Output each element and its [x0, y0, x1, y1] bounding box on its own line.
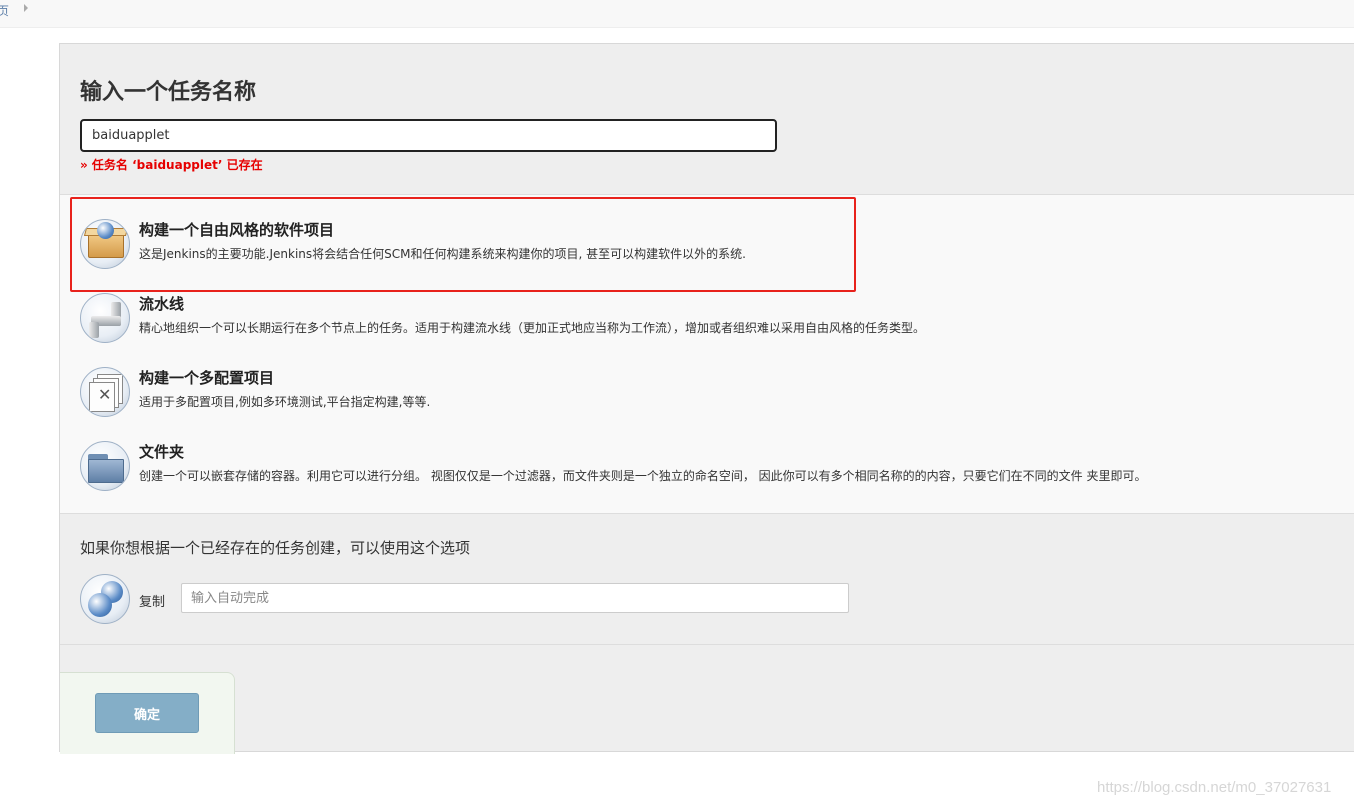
- pipeline-icon: [80, 293, 130, 343]
- item-type-description: 精心地组织一个可以长期运行在多个节点上的任务。适用于构建流水线（更加正式地应当称…: [139, 321, 926, 335]
- item-type-description: 适用于多配置项目,例如多环境测试,平台指定构建,等等.: [139, 395, 431, 409]
- item-type-folder[interactable]: 文件夹 创建一个可以嵌套存储的容器。利用它可以进行分组。 视图仅仅是一个过滤器，…: [60, 441, 1354, 513]
- ok-button-area: 确定: [60, 672, 235, 754]
- item-name-title: 输入一个任务名称: [80, 80, 257, 105]
- footer-section: 确定: [60, 644, 1354, 754]
- breadcrumb-arrow-icon[interactable]: [24, 4, 28, 12]
- item-type-label: 构建一个多配置项目: [139, 369, 275, 387]
- folder-icon: [80, 441, 130, 491]
- item-name-input[interactable]: [80, 119, 777, 152]
- item-type-description: 创建一个可以嵌套存储的容器。利用它可以进行分组。 视图仅仅是一个过滤器，而文件夹…: [139, 469, 1147, 483]
- breadcrumb-home-link[interactable]: 页: [0, 2, 9, 19]
- ok-button[interactable]: 确定: [95, 693, 199, 733]
- multi-config-icon: ✕: [80, 367, 130, 417]
- copy-label: 复制: [139, 595, 166, 610]
- copy-existing-section: 如果你想根据一个已经存在的任务创建，可以使用这个选项 复制: [60, 514, 1354, 644]
- watermark-text: https://blog.csdn.net/m0_37027631: [1097, 779, 1332, 796]
- copy-section-title: 如果你想根据一个已经存在的任务创建，可以使用这个选项: [80, 539, 471, 557]
- item-type-label: 文件夹: [139, 443, 185, 461]
- item-type-label: 流水线: [139, 295, 185, 313]
- copy-spheres-icon: [80, 574, 130, 624]
- item-name-section: 输入一个任务名称 » 任务名 ‘baiduapplet’ 已存在: [60, 44, 1354, 194]
- breadcrumb-bar: 页: [0, 0, 1354, 28]
- item-type-multi-config[interactable]: ✕ 构建一个多配置项目 适用于多配置项目,例如多环境测试,平台指定构建,等等.: [60, 367, 1354, 439]
- copy-from-input[interactable]: [181, 583, 849, 613]
- item-type-pipeline[interactable]: 流水线 精心地组织一个可以长期运行在多个节点上的任务。适用于构建流水线（更加正式…: [60, 293, 1354, 365]
- freestyle-highlight-annotation: [70, 197, 856, 292]
- item-name-error: » 任务名 ‘baiduapplet’ 已存在: [80, 158, 263, 172]
- new-item-panel: 输入一个任务名称 » 任务名 ‘baiduapplet’ 已存在 构建一个自由风…: [59, 43, 1354, 754]
